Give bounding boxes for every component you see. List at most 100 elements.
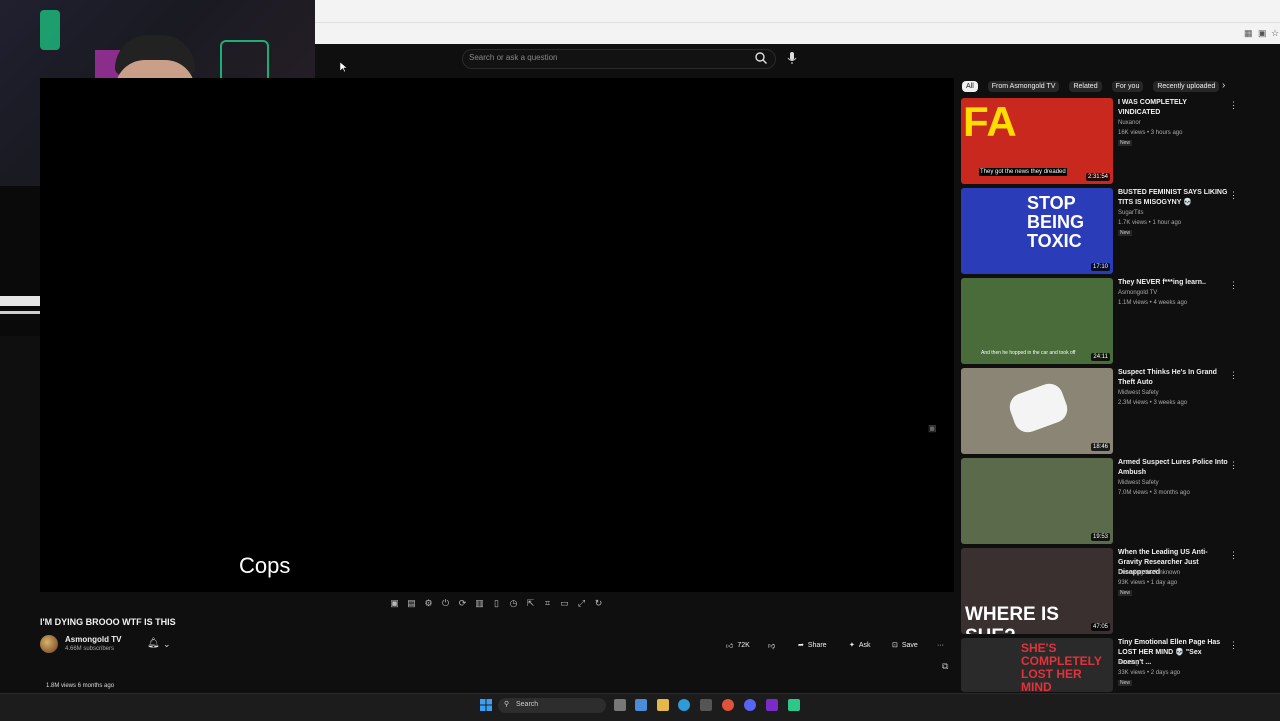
video-thumbnail[interactable]: SHE'S COMPLETELY LOST HER MIND: [961, 638, 1113, 692]
duration-badge: 24:11: [1091, 353, 1110, 361]
video-thumbnail[interactable]: 19:53: [961, 458, 1113, 544]
chevron-right-icon[interactable]: ›: [1222, 80, 1225, 91]
rec-channel[interactable]: Asmongold TV: [1118, 290, 1157, 296]
copy-icon[interactable]: ⧉: [942, 661, 952, 671]
edge-icon[interactable]: [678, 699, 690, 711]
firefox-icon[interactable]: [722, 699, 734, 711]
rec-meta: 7.0M views • 3 months ago: [1118, 490, 1190, 496]
file-icon[interactable]: ▯: [490, 597, 503, 610]
widgets-icon[interactable]: [635, 699, 647, 711]
search-icon[interactable]: [754, 51, 768, 65]
share-button[interactable]: ➦ Share: [798, 637, 827, 653]
duration-badge: 2:31:54: [1085, 173, 1110, 181]
rec-channel[interactable]: Nuxanor: [1118, 120, 1141, 126]
crop-icon[interactable]: ⌗: [541, 597, 554, 610]
channel-name[interactable]: Asmongold TV: [65, 635, 121, 644]
window-icon[interactable]: ▭: [558, 597, 571, 610]
extensions-icon[interactable]: ▣: [1258, 29, 1268, 38]
more-vert-icon[interactable]: ⋮: [1229, 460, 1238, 471]
recommendation-item[interactable]: SHE'S COMPLETELY LOST HER MIND Tiny Emot…: [961, 638, 1251, 692]
search-input[interactable]: Search or ask a question: [469, 53, 739, 65]
rec-channel[interactable]: SugarTits: [1118, 210, 1143, 216]
like-count: 72K: [737, 641, 750, 649]
video-thumbnail[interactable]: FA They got the news they dreaded 2:31:5…: [961, 98, 1113, 184]
recommendation-item[interactable]: WHERE IS SHE? 47:05 When the Leading US …: [961, 548, 1251, 634]
video-thumbnail[interactable]: STOP BEING TOXIC 17:10: [961, 188, 1113, 274]
more-vert-icon[interactable]: ⋮: [1229, 370, 1238, 381]
rec-channel[interactable]: Midwest Safety: [1118, 480, 1159, 486]
recommendation-item[interactable]: FA They got the news they dreaded 2:31:5…: [961, 98, 1251, 184]
more-vert-icon[interactable]: ⋮: [1229, 100, 1238, 111]
taskbar-search[interactable]: ⚲ Search: [498, 698, 606, 713]
rec-meta: 1.1M views • 4 weeks ago: [1118, 300, 1188, 306]
image-icon[interactable]: ▣: [388, 597, 401, 610]
save-button[interactable]: ⊡ Save: [892, 637, 918, 653]
chip-from-channel[interactable]: From Asmongold TV: [987, 81, 1060, 92]
bell-icon[interactable]: 🔔︎: [147, 638, 160, 650]
rec-title[interactable]: BUSTED FEMINIST SAYS LIKING TITS IS MISO…: [1118, 188, 1228, 208]
new-badge: New: [1118, 140, 1133, 146]
chip-all[interactable]: All: [962, 81, 978, 92]
chevron-down-icon[interactable]: ⌄: [163, 639, 171, 650]
chip-related[interactable]: Related: [1069, 81, 1102, 92]
rec-title[interactable]: Armed Suspect Lures Police Into Ambush: [1118, 458, 1228, 478]
sparkle-icon: ✦: [849, 642, 855, 649]
windows-start-icon[interactable]: [480, 699, 492, 711]
ask-label: Ask: [858, 641, 871, 649]
store-icon[interactable]: [700, 699, 712, 711]
chip-for-you[interactable]: For you: [1111, 81, 1144, 92]
repeat-icon[interactable]: ⟳: [456, 597, 469, 610]
task-view-icon[interactable]: [614, 699, 626, 711]
more-vert-icon[interactable]: ⋮: [1229, 640, 1238, 651]
channel-avatar[interactable]: [40, 635, 58, 653]
extension-toolbar: ▣ ▤ ⚙ ⏻ ⟳ ▥ ▯ ◷ ⇱ ⌗ ▭ ⤢ ↻: [388, 597, 605, 610]
recommendation-item[interactable]: 18:46 Suspect Thinks He's In Grand Theft…: [961, 368, 1251, 454]
more-vert-icon[interactable]: ⋮: [1229, 550, 1238, 561]
rec-title[interactable]: Suspect Thinks He's In Grand Theft Auto: [1118, 368, 1228, 388]
more-actions-button[interactable]: ···: [937, 637, 944, 653]
rec-meta: 2.3M views • 3 weeks ago: [1118, 400, 1188, 406]
like-button[interactable]: 👍︎ 72K: [726, 637, 750, 653]
rec-title[interactable]: They NEVER f***ing learn..: [1118, 278, 1228, 288]
file-explorer-icon[interactable]: [657, 699, 669, 711]
video-thumbnail[interactable]: WHERE IS SHE? 47:05: [961, 548, 1113, 634]
profile-icon[interactable]: ☆: [1271, 29, 1280, 38]
app-icon[interactable]: [766, 699, 778, 711]
power-icon[interactable]: ⏻: [439, 597, 452, 610]
thumbnail-caption: They got the news they dreaded: [979, 168, 1067, 176]
new-badge: New: [1118, 590, 1133, 596]
miniplayer-icon[interactable]: ▣: [928, 423, 940, 433]
bookmark-icon: ⊡: [892, 642, 898, 649]
popout-icon[interactable]: ⇱: [524, 597, 537, 610]
expand-icon[interactable]: ⤢: [575, 597, 588, 610]
video-player[interactable]: [40, 78, 954, 592]
rec-meta: 16K views • 3 hours ago: [1118, 130, 1183, 136]
discord-icon[interactable]: [744, 699, 756, 711]
rec-channel[interactable]: Searing: [1118, 660, 1139, 666]
rec-channel[interactable]: Decoding the Unknown: [1118, 570, 1180, 576]
video-caption: Cops: [239, 553, 291, 578]
share-label: Share: [807, 641, 827, 649]
mic-icon[interactable]: [786, 51, 798, 65]
duration-badge: 47:05: [1090, 623, 1110, 631]
more-vert-icon[interactable]: ⋮: [1229, 190, 1238, 201]
recommendation-item[interactable]: 19:53 Armed Suspect Lures Police Into Am…: [961, 458, 1251, 544]
gear-icon[interactable]: ⚙: [422, 597, 435, 610]
rec-meta: 1.7K views • 1 hour ago: [1118, 220, 1182, 226]
doc-icon[interactable]: ▥: [473, 597, 486, 610]
clock-icon[interactable]: ◷: [507, 597, 520, 610]
more-vert-icon[interactable]: ⋮: [1229, 280, 1238, 291]
dislike-button[interactable]: 👎︎: [768, 637, 775, 653]
video-thumbnail[interactable]: And then he hopped in the car and took o…: [961, 278, 1113, 364]
rec-channel[interactable]: Midwest Safety: [1118, 390, 1159, 396]
translate-icon[interactable]: ▦: [1244, 29, 1254, 38]
recommendation-item[interactable]: And then he hopped in the car and took o…: [961, 278, 1251, 364]
sync-icon[interactable]: ↻: [592, 597, 605, 610]
layout-icon[interactable]: ▤: [405, 597, 418, 610]
ask-button[interactable]: ✦ Ask: [849, 637, 871, 653]
recommendation-item[interactable]: STOP BEING TOXIC 17:10 BUSTED FEMINIST S…: [961, 188, 1251, 274]
spotify-icon[interactable]: [788, 699, 800, 711]
rec-title[interactable]: I WAS COMPLETELY VINDICATED: [1118, 98, 1228, 118]
chip-recently-uploaded[interactable]: Recently uploaded: [1153, 81, 1220, 92]
video-thumbnail[interactable]: 18:46: [961, 368, 1113, 454]
